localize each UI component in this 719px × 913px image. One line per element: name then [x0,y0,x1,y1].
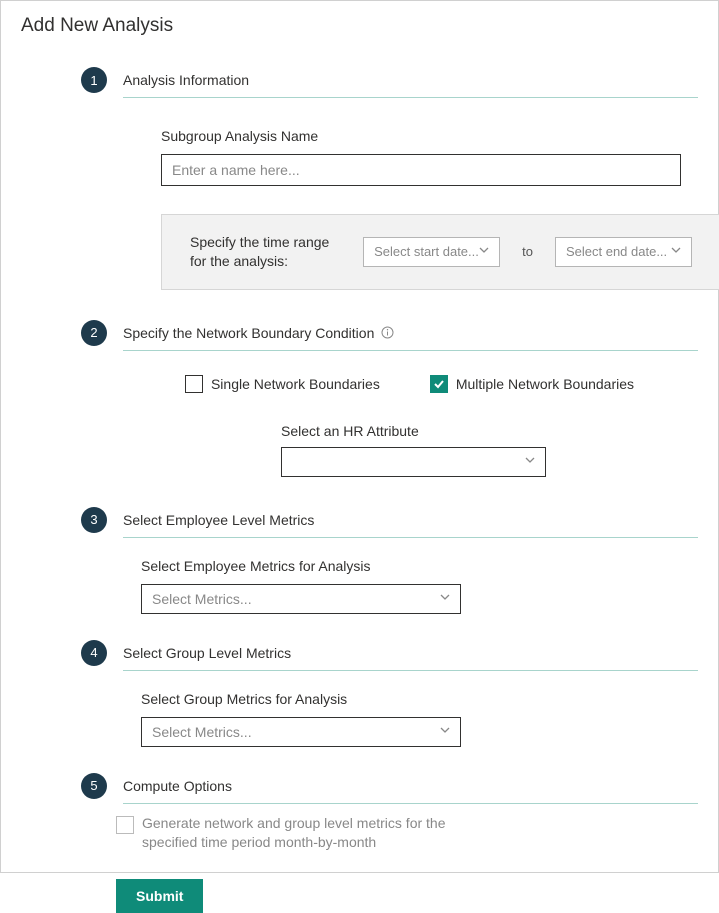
chevron-down-icon [479,247,489,257]
start-date-placeholder: Select start date... [374,244,479,259]
to-label: to [522,244,533,259]
step-title-1: Analysis Information [123,72,249,88]
step-number-1: 1 [81,67,107,93]
divider [123,537,698,538]
group-metrics-select[interactable]: Select Metrics... [141,717,461,747]
divider [123,350,698,351]
chevron-down-icon [440,594,450,604]
generate-month-label: Generate network and group level metrics… [142,814,462,853]
employee-metrics-select[interactable]: Select Metrics... [141,584,461,614]
subgroup-name-label: Subgroup Analysis Name [161,128,698,144]
multiple-boundaries-checkbox[interactable]: Multiple Network Boundaries [430,375,634,393]
step-boundary-condition: 2 Specify the Network Boundary Condition… [21,320,698,477]
employee-metrics-placeholder: Select Metrics... [152,591,252,607]
time-range-panel: Specify the time range for the analysis:… [161,214,719,290]
step-title-2: Specify the Network Boundary Condition [123,325,374,341]
employee-metrics-label: Select Employee Metrics for Analysis [141,558,698,574]
step-employee-metrics: 3 Select Employee Level Metrics Select E… [21,507,698,614]
divider [123,97,698,98]
checkbox-box [116,816,134,834]
group-metrics-label: Select Group Metrics for Analysis [141,691,698,707]
step-group-metrics: 4 Select Group Level Metrics Select Grou… [21,640,698,747]
step-title-3: Select Employee Level Metrics [123,512,314,528]
multiple-boundaries-label: Multiple Network Boundaries [456,376,634,392]
chevron-down-icon [525,457,535,467]
step-title-4: Select Group Level Metrics [123,645,291,661]
hr-attribute-label: Select an HR Attribute [281,423,698,439]
step-number-2: 2 [81,320,107,346]
subgroup-name-input[interactable] [161,154,681,186]
step-title-5: Compute Options [123,778,232,794]
end-date-select[interactable]: Select end date... [555,237,692,267]
group-metrics-placeholder: Select Metrics... [152,724,252,740]
chevron-down-icon [671,247,681,257]
submit-button[interactable]: Submit [116,879,203,913]
step-analysis-information: 1 Analysis Information Subgroup Analysis… [21,67,698,290]
start-date-select[interactable]: Select start date... [363,237,500,267]
divider [123,803,698,804]
divider [123,670,698,671]
chevron-down-icon [440,727,450,737]
step-compute-options: 5 Compute Options Generate network and g… [21,773,698,913]
step-number-5: 5 [81,773,107,799]
page-title: Add New Analysis [21,15,698,37]
generate-month-checkbox[interactable]: Generate network and group level metrics… [116,814,462,853]
info-icon[interactable] [380,326,394,340]
checkbox-box [185,375,203,393]
step-number-3: 3 [81,507,107,533]
time-range-label: Specify the time range for the analysis: [190,233,341,271]
hr-attribute-select[interactable] [281,447,546,477]
checkbox-box-checked [430,375,448,393]
end-date-placeholder: Select end date... [566,244,667,259]
step-number-4: 4 [81,640,107,666]
single-boundaries-label: Single Network Boundaries [211,376,380,392]
single-boundaries-checkbox[interactable]: Single Network Boundaries [185,375,380,393]
